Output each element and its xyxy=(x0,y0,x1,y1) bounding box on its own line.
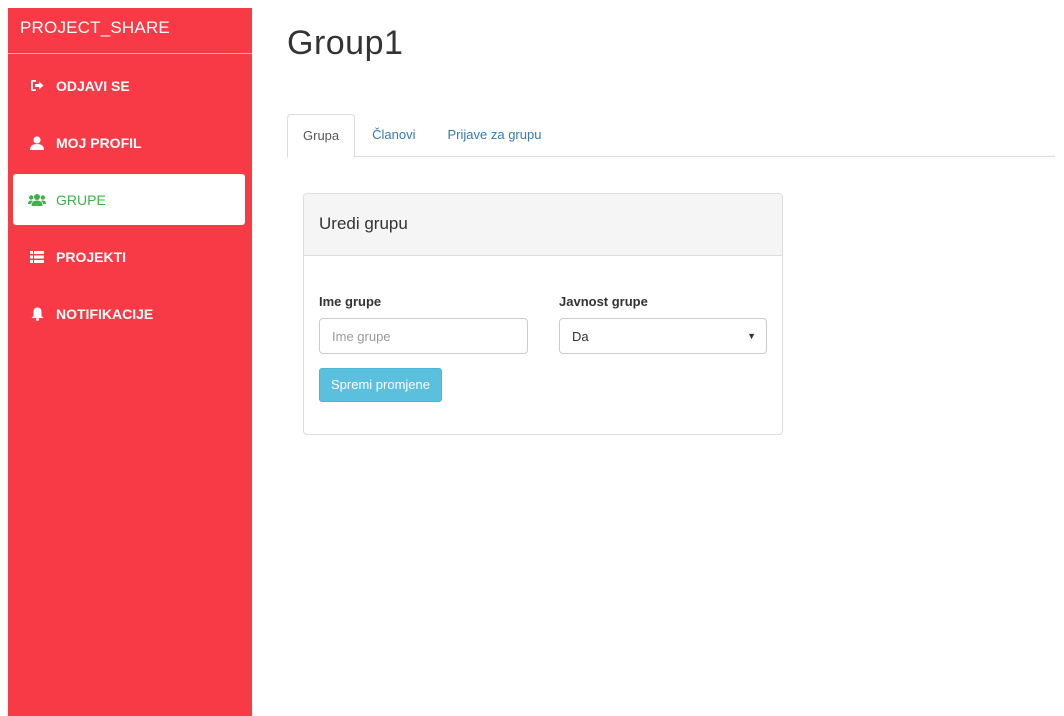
save-changes-button[interactable]: Spremi promjene xyxy=(319,368,442,402)
list-icon xyxy=(28,249,46,265)
group-name-input[interactable] xyxy=(319,318,528,354)
chevron-down-icon: ▼ xyxy=(747,331,756,341)
bell-icon xyxy=(28,306,46,322)
page-title: Group1 xyxy=(287,24,404,62)
sidebar-item-label: ODJAVI SE xyxy=(56,77,130,94)
users-icon xyxy=(28,192,46,208)
logout-icon xyxy=(28,78,46,94)
sidebar-nav: ODJAVI SE MOJ PROFIL GRUPE PROJEKTI NOTI… xyxy=(8,60,252,339)
sidebar-item-label: PROJEKTI xyxy=(56,248,127,265)
brand-title[interactable]: PROJECT_SHARE xyxy=(8,8,252,54)
group-visibility-label: Javnost grupe xyxy=(559,294,648,309)
sidebar-item-grupe[interactable]: GRUPE xyxy=(13,174,245,225)
tab-grupa[interactable]: Grupa xyxy=(287,114,356,158)
user-icon xyxy=(28,135,46,151)
group-visibility-select[interactable]: Da ▼ xyxy=(559,318,767,354)
edit-group-panel: Uredi grupu Ime grupe Javnost grupe Da ▼… xyxy=(303,193,783,435)
sidebar-item-odjavi-se[interactable]: ODJAVI SE xyxy=(13,60,245,111)
selected-value: Da xyxy=(572,328,589,344)
group-name-label: Ime grupe xyxy=(319,294,382,309)
main-content: Group1 Grupa Članovi Prijave za grupu Ur… xyxy=(287,0,1064,435)
sidebar-item-label: MOJ PROFIL xyxy=(56,134,142,151)
sidebar: PROJECT_SHARE ODJAVI SE MOJ PROFIL GRUPE… xyxy=(8,8,252,716)
sidebar-item-projekti[interactable]: PROJEKTI xyxy=(13,231,245,282)
sidebar-item-label: NOTIFIKACIJE xyxy=(56,305,154,322)
tab-bar: Grupa Članovi Prijave za grupu xyxy=(287,114,1055,158)
sidebar-item-notifikacije[interactable]: NOTIFIKACIJE xyxy=(13,288,245,339)
tab-clanovi[interactable]: Članovi xyxy=(357,114,430,157)
tab-prijave-za-grupu[interactable]: Prijave za grupu xyxy=(433,114,557,157)
panel-heading: Uredi grupu xyxy=(304,194,782,256)
sidebar-item-moj-profil[interactable]: MOJ PROFIL xyxy=(13,117,245,168)
sidebar-item-label: GRUPE xyxy=(56,191,106,208)
